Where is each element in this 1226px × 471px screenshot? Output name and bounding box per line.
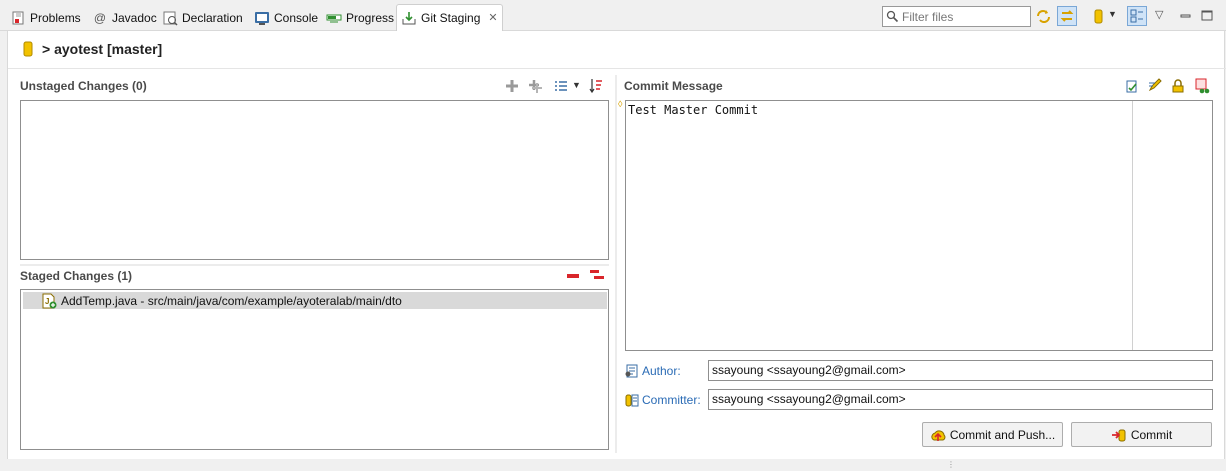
committer-label-text: Committer: [642, 393, 701, 407]
spell-check-icon[interactable] [1125, 79, 1139, 93]
problems-icon [10, 10, 26, 26]
committer-field[interactable]: ssayoung <ssayoung2@gmail.com> [708, 389, 1213, 410]
filter-files-input[interactable] [902, 9, 1022, 24]
commit-label: Commit [1130, 427, 1173, 442]
presentation-list-icon[interactable] [554, 79, 568, 93]
tab-label: Progress [346, 11, 395, 25]
git-staging-view: > ayotest [master] Unstaged Changes (0) … [7, 31, 1226, 459]
close-icon[interactable]: ✕ [488, 6, 497, 30]
filter-files-input-box[interactable] [882, 6, 1031, 27]
tab-progress[interactable]: Progress [322, 5, 398, 31]
unstage-selected-icon[interactable] [566, 269, 580, 283]
tab-label: Console [274, 11, 319, 25]
svg-text:J: J [45, 297, 49, 306]
tab-label: Javadoc [112, 11, 157, 25]
link-selection-icon[interactable] [1057, 6, 1077, 26]
at-icon: @ [93, 11, 107, 25]
committer-icon [624, 392, 640, 408]
tab-label: Problems [30, 11, 81, 25]
staged-changes-list[interactable]: J AddTemp.java - src/main/java/com/examp… [20, 289, 609, 450]
staged-file-label: AddTemp.java - src/main/java/com/example… [61, 293, 402, 308]
lock-icon[interactable] [1171, 79, 1185, 93]
list-item[interactable]: J AddTemp.java - src/main/java/com/examp… [23, 292, 607, 309]
author-label: Author: [624, 363, 681, 379]
sash-vertical[interactable] [615, 75, 617, 453]
tab-problems[interactable]: Problems [6, 5, 85, 31]
stage-selected-icon[interactable] [505, 79, 519, 93]
staged-changes-label: Staged Changes (1) [20, 269, 133, 283]
layout-toggle-icon[interactable] [1127, 6, 1147, 26]
declaration-icon [162, 10, 178, 26]
tab-console[interactable]: Console [250, 5, 322, 31]
tab-label: Git Staging [421, 11, 481, 25]
console-icon [254, 10, 270, 26]
repository-icon[interactable] [1090, 8, 1107, 25]
maximize-icon[interactable] [1199, 8, 1216, 25]
unstaged-changes-label: Unstaged Changes (0) [20, 79, 147, 93]
tab-declaration[interactable]: Declaration [158, 5, 247, 31]
sign-off-icon[interactable] [1194, 78, 1210, 94]
progress-icon [326, 10, 342, 26]
chevron-down-icon[interactable]: ▼ [572, 80, 586, 94]
author-label-text: Author: [642, 364, 681, 378]
unstage-all-icon[interactable] [589, 268, 605, 282]
amend-pencil-icon[interactable] [1148, 78, 1162, 92]
commit-icon [1111, 427, 1127, 443]
commit-and-push-label: Commit and Push... [949, 427, 1056, 442]
tab-javadoc[interactable]: @ Javadoc [88, 5, 161, 31]
sort-icon[interactable] [589, 78, 603, 94]
repository-title: > ayotest [master] [42, 41, 163, 57]
push-icon [930, 427, 946, 443]
commit-message-editor[interactable]: Test Master Commit [625, 100, 1213, 351]
commit-message-label: Commit Message [624, 79, 723, 93]
sash-horizontal[interactable] [20, 264, 609, 266]
editor-margin-line [1132, 101, 1133, 350]
drag-handle-icon[interactable]: ⋮ [947, 460, 955, 469]
refresh-icon[interactable] [1035, 8, 1052, 25]
view-menu-icon[interactable]: ▽ [1155, 8, 1172, 25]
git-staging-icon [401, 10, 417, 26]
chevron-down-icon[interactable]: ▼ [1108, 9, 1125, 26]
commit-message-text[interactable]: Test Master Commit [628, 103, 758, 117]
view-tab-bar: Problems @ Javadoc Declaration Console P… [0, 0, 1226, 31]
stage-all-icon[interactable] [528, 79, 542, 93]
status-strip: ⋮ [0, 459, 1226, 471]
repository-icon [20, 41, 36, 57]
commit-button[interactable]: Commit [1071, 422, 1212, 447]
search-icon [886, 10, 899, 23]
java-file-added-icon: J [41, 293, 57, 309]
repository-header: > ayotest [master] [20, 41, 162, 57]
tab-git-staging[interactable]: Git Staging ✕ [396, 4, 503, 31]
commit-and-push-button[interactable]: Commit and Push... [922, 422, 1063, 447]
header-divider [8, 68, 1226, 69]
author-field[interactable]: ssayoung <ssayoung2@gmail.com> [708, 360, 1213, 381]
minimize-icon[interactable] [1178, 8, 1195, 25]
committer-label: Committer: [624, 392, 701, 408]
unstaged-changes-list[interactable] [20, 100, 609, 260]
author-icon [624, 363, 640, 379]
tab-label: Declaration [182, 11, 243, 25]
